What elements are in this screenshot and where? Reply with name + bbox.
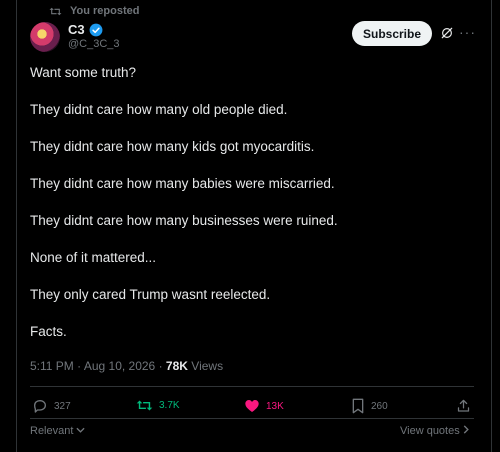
repost-indicator[interactable]: You reposted [49, 5, 139, 17]
chevron-right-icon [463, 425, 469, 434]
views-label: Views [191, 359, 224, 373]
author-handle[interactable]: @C_3C_3 [68, 38, 120, 50]
views-count: 78K [165, 359, 188, 373]
post-meta: 5:11 PM · Aug 10, 2026 · 78K Views [30, 359, 223, 373]
heart-icon [245, 400, 259, 412]
author-name[interactable]: C3 [68, 22, 103, 37]
share-icon [457, 399, 470, 412]
post-line: They didnt care how many babies were mis… [30, 176, 335, 191]
bookmark-icon [352, 398, 364, 414]
bookmark-count: 260 [371, 400, 388, 412]
chevron-down-icon [76, 427, 86, 433]
post-line: Facts. [30, 324, 67, 339]
reply-icon [34, 400, 46, 413]
post-line: None of it mattered... [30, 250, 157, 265]
avatar[interactable] [30, 22, 60, 52]
meta-separator: · [77, 359, 84, 373]
relevant-label: Relevant [30, 425, 74, 437]
meta-separator: · [158, 359, 166, 373]
more-options-icon[interactable]: ··· [459, 24, 476, 40]
post-line: They only cared Trump wasnt reelected. [30, 287, 271, 302]
share-button[interactable] [456, 398, 471, 414]
divider [30, 386, 474, 387]
like-count: 13K [266, 400, 284, 412]
bookmark-button[interactable]: 260 [351, 398, 388, 414]
sort-relevant-dropdown[interactable]: Relevant [30, 425, 86, 437]
reply-button[interactable]: 327 [32, 398, 71, 414]
view-quotes-link[interactable]: View quotes [400, 425, 470, 437]
repost-label: You reposted [70, 5, 140, 17]
view-quotes-label: View quotes [400, 425, 460, 437]
repost-small-icon [49, 7, 62, 15]
verified-badge-icon [89, 23, 103, 36]
post-text: Want some truth? They didnt care how man… [30, 64, 470, 360]
grok-icon[interactable] [440, 26, 454, 40]
subscribe-button[interactable]: Subscribe [352, 21, 432, 46]
post-line: They didnt care how many old people died… [30, 102, 288, 117]
post-date[interactable]: Aug 10, 2026 [84, 359, 155, 373]
post-line: Want some truth? [30, 65, 137, 80]
like-button[interactable]: 13K [244, 398, 284, 414]
divider [30, 418, 474, 419]
author-display-name: C3 [68, 22, 85, 37]
post-line: They didnt care how many businesses were… [30, 213, 338, 228]
action-bar: 327 3.7K 13K 260 [30, 398, 474, 416]
reply-count: 327 [54, 400, 71, 412]
repost-button[interactable]: 3.7K [136, 398, 180, 413]
repost-icon [136, 400, 153, 411]
repost-count: 3.7K [159, 400, 180, 411]
post-time[interactable]: 5:11 PM [30, 359, 74, 373]
post-line: They didnt care how many kids got myocar… [30, 139, 315, 154]
